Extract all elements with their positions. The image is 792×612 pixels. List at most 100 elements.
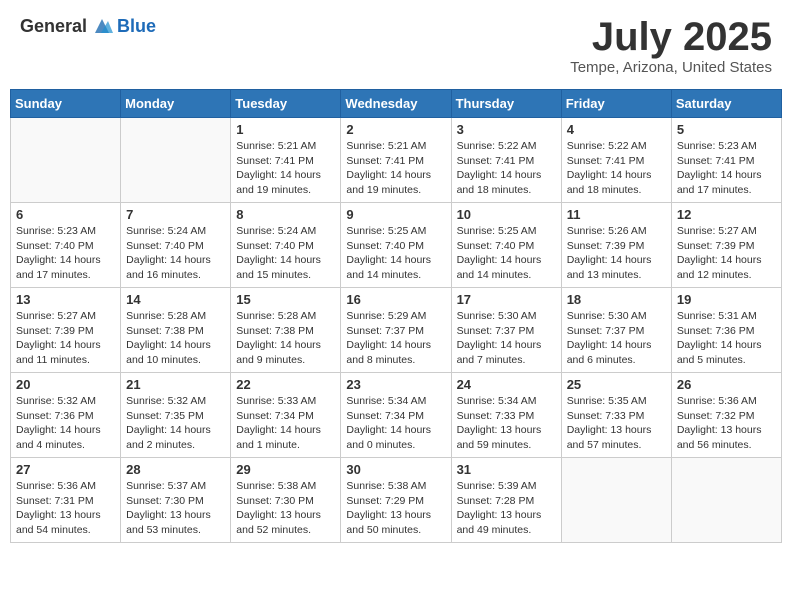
calendar-cell: 25 Sunrise: 5:35 AMSunset: 7:33 PMDayligh…	[561, 373, 671, 458]
calendar-cell: 17Sunrise: 5:30 AMSunset: 7:37 PMDayligh…	[451, 288, 561, 373]
calendar-cell: 27 Sunrise: 5:36 AMSunset: 7:31 PMDayligh…	[11, 458, 121, 543]
column-header-sunday: Sunday	[11, 90, 121, 118]
calendar-cell: 2Sunrise: 5:21 AMSunset: 7:41 PMDaylight…	[341, 118, 451, 203]
calendar-cell: 29 Sunrise: 5:38 AMSunset: 7:30 PMDayligh…	[231, 458, 341, 543]
calendar-cell: 9 Sunrise: 5:25 AMSunset: 7:40 PMDaylight…	[341, 203, 451, 288]
day-number: 18	[567, 292, 666, 307]
calendar-cell: 13 Sunrise: 5:27 AMSunset: 7:39 PMDayligh…	[11, 288, 121, 373]
day-info: Sunrise: 5:25 AMSunset: 7:40 PMDaylight:…	[346, 224, 445, 283]
day-number: 20	[16, 377, 115, 392]
calendar-cell: 30 Sunrise: 5:38 AMSunset: 7:29 PMDayligh…	[341, 458, 451, 543]
page-header: General Blue July 2025 Tempe, Arizona, U…	[10, 10, 782, 81]
day-number: 27	[16, 462, 115, 477]
calendar-cell: 18 Sunrise: 5:30 AMSunset: 7:37 PMDayligh…	[561, 288, 671, 373]
calendar-cell: 20 Sunrise: 5:32 AMSunset: 7:36 PMDayligh…	[11, 373, 121, 458]
day-number: 11	[567, 207, 666, 222]
day-info: Sunrise: 5:24 AMSunset: 7:40 PMDaylight:…	[126, 224, 225, 283]
calendar-cell	[121, 118, 231, 203]
logo-text-blue: Blue	[117, 16, 156, 37]
day-number: 3	[457, 122, 556, 137]
day-info: Sunrise: 5:27 AMSunset: 7:39 PMDaylight:…	[16, 309, 115, 368]
calendar-cell: 8 Sunrise: 5:24 AMSunset: 7:40 PMDaylight…	[231, 203, 341, 288]
day-info: Sunrise: 5:38 AMSunset: 7:30 PMDaylight:…	[236, 479, 335, 538]
calendar-cell: 12Sunrise: 5:27 AMSunset: 7:39 PMDayligh…	[671, 203, 781, 288]
day-number: 12	[677, 207, 776, 222]
column-header-tuesday: Tuesday	[231, 90, 341, 118]
calendar-week-5: 27 Sunrise: 5:36 AMSunset: 7:31 PMDayligh…	[11, 458, 782, 543]
day-info: Sunrise: 5:36 AMSunset: 7:31 PMDaylight:…	[16, 479, 115, 538]
day-number: 29	[236, 462, 335, 477]
day-number: 2	[346, 122, 445, 137]
day-number: 25	[567, 377, 666, 392]
calendar-cell	[11, 118, 121, 203]
day-info: Sunrise: 5:24 AMSunset: 7:40 PMDaylight:…	[236, 224, 335, 283]
calendar-cell: 21 Sunrise: 5:32 AMSunset: 7:35 PMDayligh…	[121, 373, 231, 458]
calendar-week-1: 1 Sunrise: 5:21 AMSunset: 7:41 PMDaylight…	[11, 118, 782, 203]
column-header-wednesday: Wednesday	[341, 90, 451, 118]
day-number: 26	[677, 377, 776, 392]
calendar-cell: 28Sunrise: 5:37 AMSunset: 7:30 PMDayligh…	[121, 458, 231, 543]
day-number: 9	[346, 207, 445, 222]
day-number: 1	[236, 122, 335, 137]
day-number: 22	[236, 377, 335, 392]
day-number: 21	[126, 377, 225, 392]
calendar-cell: 15 Sunrise: 5:28 AMSunset: 7:38 PMDayligh…	[231, 288, 341, 373]
day-number: 16	[346, 292, 445, 307]
day-number: 7	[126, 207, 225, 222]
calendar-cell: 22 Sunrise: 5:33 AMSunset: 7:34 PMDayligh…	[231, 373, 341, 458]
column-header-monday: Monday	[121, 90, 231, 118]
logo-text-general: General	[20, 16, 87, 37]
column-header-saturday: Saturday	[671, 90, 781, 118]
column-header-thursday: Thursday	[451, 90, 561, 118]
day-info: Sunrise: 5:33 AMSunset: 7:34 PMDaylight:…	[236, 394, 335, 453]
day-number: 13	[16, 292, 115, 307]
day-number: 23	[346, 377, 445, 392]
calendar-cell	[671, 458, 781, 543]
calendar-cell: 7 Sunrise: 5:24 AMSunset: 7:40 PMDaylight…	[121, 203, 231, 288]
day-info: Sunrise: 5:22 AMSunset: 7:41 PMDaylight:…	[457, 139, 556, 198]
day-info: Sunrise: 5:28 AMSunset: 7:38 PMDaylight:…	[236, 309, 335, 368]
calendar-cell: 16 Sunrise: 5:29 AMSunset: 7:37 PMDayligh…	[341, 288, 451, 373]
logo: General Blue	[20, 15, 156, 37]
column-header-friday: Friday	[561, 90, 671, 118]
day-info: Sunrise: 5:38 AMSunset: 7:29 PMDaylight:…	[346, 479, 445, 538]
calendar-cell: 26 Sunrise: 5:36 AMSunset: 7:32 PMDayligh…	[671, 373, 781, 458]
day-info: Sunrise: 5:22 AMSunset: 7:41 PMDaylight:…	[567, 139, 666, 198]
day-info: Sunrise: 5:28 AMSunset: 7:38 PMDaylight:…	[126, 309, 225, 368]
calendar-table: SundayMondayTuesdayWednesdayThursdayFrid…	[10, 89, 782, 543]
day-number: 15	[236, 292, 335, 307]
day-info: Sunrise: 5:21 AMSunset: 7:41 PMDaylight:…	[236, 139, 335, 198]
day-info: Sunrise: 5:34 AMSunset: 7:34 PMDaylight:…	[346, 394, 445, 453]
calendar-cell: 24Sunrise: 5:34 AMSunset: 7:33 PMDayligh…	[451, 373, 561, 458]
calendar-cell: 6Sunrise: 5:23 AMSunset: 7:40 PMDaylight…	[11, 203, 121, 288]
calendar-week-4: 20 Sunrise: 5:32 AMSunset: 7:36 PMDayligh…	[11, 373, 782, 458]
day-number: 4	[567, 122, 666, 137]
location: Tempe, Arizona, United States	[570, 59, 772, 76]
calendar-week-3: 13 Sunrise: 5:27 AMSunset: 7:39 PMDayligh…	[11, 288, 782, 373]
calendar-header-row: SundayMondayTuesdayWednesdayThursdayFrid…	[11, 90, 782, 118]
day-info: Sunrise: 5:25 AMSunset: 7:40 PMDaylight:…	[457, 224, 556, 283]
day-info: Sunrise: 5:29 AMSunset: 7:37 PMDaylight:…	[346, 309, 445, 368]
day-info: Sunrise: 5:36 AMSunset: 7:32 PMDaylight:…	[677, 394, 776, 453]
title-block: July 2025 Tempe, Arizona, United States	[570, 15, 772, 76]
day-info: Sunrise: 5:30 AMSunset: 7:37 PMDaylight:…	[567, 309, 666, 368]
day-number: 8	[236, 207, 335, 222]
calendar-cell: 19Sunrise: 5:31 AMSunset: 7:36 PMDayligh…	[671, 288, 781, 373]
day-info: Sunrise: 5:23 AMSunset: 7:40 PMDaylight:…	[16, 224, 115, 283]
day-number: 10	[457, 207, 556, 222]
calendar-cell: 4 Sunrise: 5:22 AMSunset: 7:41 PMDaylight…	[561, 118, 671, 203]
month-title: July 2025	[570, 15, 772, 59]
day-number: 30	[346, 462, 445, 477]
day-info: Sunrise: 5:32 AMSunset: 7:35 PMDaylight:…	[126, 394, 225, 453]
day-info: Sunrise: 5:35 AMSunset: 7:33 PMDaylight:…	[567, 394, 666, 453]
day-info: Sunrise: 5:32 AMSunset: 7:36 PMDaylight:…	[16, 394, 115, 453]
day-number: 17	[457, 292, 556, 307]
calendar-cell: 1 Sunrise: 5:21 AMSunset: 7:41 PMDaylight…	[231, 118, 341, 203]
day-number: 31	[457, 462, 556, 477]
day-info: Sunrise: 5:34 AMSunset: 7:33 PMDaylight:…	[457, 394, 556, 453]
calendar-cell: 5Sunrise: 5:23 AMSunset: 7:41 PMDaylight…	[671, 118, 781, 203]
day-info: Sunrise: 5:31 AMSunset: 7:36 PMDaylight:…	[677, 309, 776, 368]
calendar-cell: 11Sunrise: 5:26 AMSunset: 7:39 PMDayligh…	[561, 203, 671, 288]
calendar-cell: 23 Sunrise: 5:34 AMSunset: 7:34 PMDayligh…	[341, 373, 451, 458]
calendar-cell: 10 Sunrise: 5:25 AMSunset: 7:40 PMDayligh…	[451, 203, 561, 288]
